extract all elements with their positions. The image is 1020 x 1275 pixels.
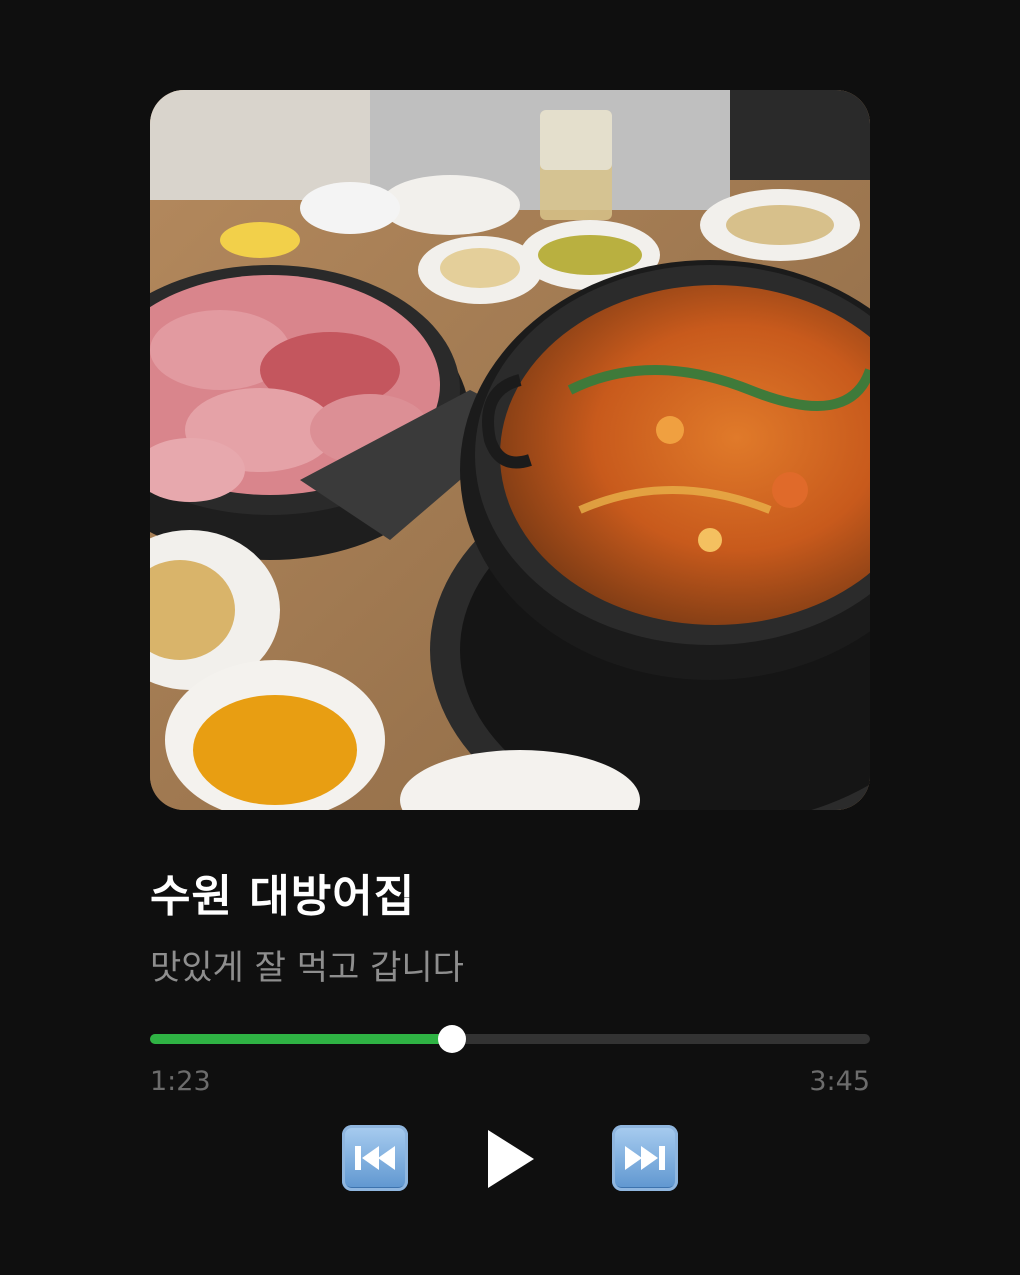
play-icon bbox=[488, 1130, 534, 1188]
play-button[interactable] bbox=[486, 1128, 536, 1190]
progress-thumb[interactable] bbox=[438, 1025, 467, 1053]
track-title: 수원 대방어집 bbox=[150, 871, 416, 922]
next-button[interactable] bbox=[612, 1125, 678, 1191]
album-cover bbox=[150, 90, 870, 810]
track-artist: 맛있게 잘 먹고 갑니다 bbox=[150, 948, 464, 988]
rewind-icon bbox=[355, 1146, 395, 1170]
fast-forward-icon bbox=[625, 1146, 665, 1170]
total-duration: 3:45 bbox=[809, 1066, 870, 1097]
progress-fill bbox=[150, 1034, 453, 1044]
progress-bar[interactable] bbox=[150, 1025, 870, 1053]
elapsed-time: 1:23 bbox=[150, 1066, 211, 1097]
food-photo-illustration bbox=[150, 90, 870, 810]
previous-button[interactable] bbox=[342, 1125, 408, 1191]
